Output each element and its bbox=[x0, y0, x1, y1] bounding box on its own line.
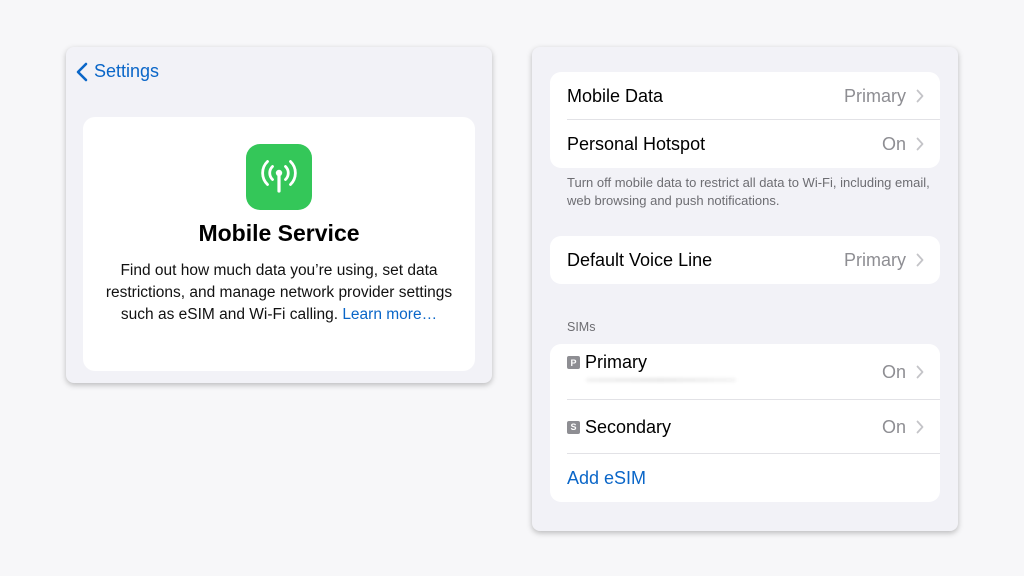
mobile-settings-panel: Mobile Data Primary Personal Hotspot On … bbox=[532, 47, 958, 531]
chevron-right-icon bbox=[916, 137, 924, 151]
chevron-right-icon bbox=[916, 253, 924, 267]
mobile-data-label: Mobile Data bbox=[567, 85, 664, 106]
sim-name-primary: P Primary bbox=[567, 352, 882, 373]
sim-badge-p: P bbox=[567, 356, 580, 369]
mobile-data-footnote: Turn off mobile data to restrict all dat… bbox=[567, 175, 930, 208]
back-button[interactable]: Settings bbox=[76, 61, 159, 82]
sims-section-header: SIMs bbox=[567, 320, 596, 334]
chevron-left-icon bbox=[76, 62, 88, 81]
mobile-service-intro-panel: Settings Mobile Service Find out how muc… bbox=[66, 47, 492, 383]
data-settings-group: Mobile Data Primary Personal Hotspot On bbox=[550, 72, 940, 168]
blurred-phone-number bbox=[586, 378, 736, 382]
mobile-service-description: Find out how much data you’re using, set… bbox=[101, 260, 457, 326]
personal-hotspot-value: On bbox=[881, 133, 906, 154]
mobile-data-value: Primary bbox=[844, 85, 906, 106]
learn-more-link[interactable]: Learn more… bbox=[342, 306, 437, 323]
sim-label-secondary: Secondary bbox=[585, 416, 672, 437]
chevron-right-icon bbox=[916, 89, 924, 103]
back-button-label: Settings bbox=[94, 61, 160, 81]
default-voice-line-row[interactable]: Default Voice Line Primary bbox=[550, 236, 940, 284]
chevron-right-icon bbox=[916, 420, 924, 434]
default-voice-line-value: Primary bbox=[844, 249, 906, 270]
sim-row-primary[interactable]: P Primary On bbox=[550, 344, 940, 400]
page-title: Mobile Service bbox=[198, 220, 360, 246]
sim-status-primary: On bbox=[881, 362, 906, 382]
voice-line-group: Default Voice Line Primary bbox=[550, 236, 940, 284]
mobile-service-card: Mobile Service Find out how much data yo… bbox=[83, 117, 475, 371]
antenna-icon bbox=[246, 144, 312, 210]
personal-hotspot-row[interactable]: Personal Hotspot On bbox=[550, 120, 940, 168]
sims-group: P Primary On S Secondary On Add eSIM bbox=[550, 344, 940, 502]
sim-name-secondary: S Secondary bbox=[567, 417, 882, 438]
chevron-right-icon bbox=[916, 365, 924, 379]
sim-label-primary: Primary bbox=[585, 352, 647, 372]
default-voice-line-label: Default Voice Line bbox=[567, 249, 713, 270]
add-esim-button[interactable]: Add eSIM bbox=[567, 468, 646, 489]
sim-status-secondary: On bbox=[881, 416, 906, 437]
sim-badge-s: S bbox=[567, 420, 580, 434]
personal-hotspot-label: Personal Hotspot bbox=[567, 133, 706, 154]
add-esim-row[interactable]: Add eSIM bbox=[550, 454, 940, 502]
mobile-data-row[interactable]: Mobile Data Primary bbox=[550, 72, 940, 120]
sim-row-secondary[interactable]: S Secondary On bbox=[550, 400, 940, 454]
